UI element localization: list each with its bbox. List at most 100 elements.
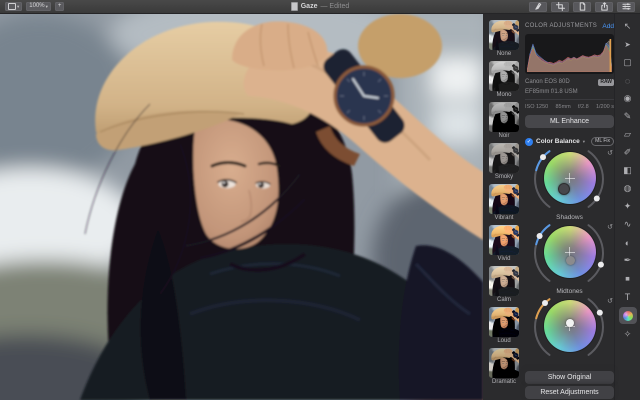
left-arc-handle[interactable] [540,154,546,161]
preset-label: Mono [496,92,512,98]
pencil-icon[interactable]: ✎ [620,109,636,124]
view-options-button[interactable]: ▾ [5,2,23,11]
document-icon [290,2,298,11]
color-balance-label[interactable]: Color Balance [536,138,580,145]
dodge-burn-icon[interactable]: ◐ [620,235,636,250]
preset-thumbnail [489,184,519,214]
preset-label: Vibrant [494,215,514,221]
raw-badge: RAW [598,78,614,86]
titlebar-tools [529,1,635,12]
preset-loud[interactable]: Loud [489,307,519,345]
page-icon [579,2,585,11]
share-icon [600,2,608,11]
reset-icon[interactable]: ↺ [607,298,613,306]
left-arc-handle[interactable] [536,233,543,239]
reset-icon[interactable]: ↺ [607,224,613,232]
preset-thumbnail [489,20,519,50]
right-arc-handle[interactable] [597,261,604,268]
ml-enhance-button[interactable]: ML Enhance [525,115,614,128]
add-adjustment-link[interactable]: Add [602,23,614,30]
document-name: Gaze [300,3,318,10]
tool-strip: ↖ ➤ ▢ ◌ ◉ ✎ ▱ ✐ ◧ ◍ ✦ ∿ ◐ ✒ ■ T ✧ [614,14,640,400]
effects-icon[interactable]: ✧ [620,327,636,342]
panel-title: COLOR ADJUSTMENTS [525,23,598,29]
free-selection-icon[interactable]: ◌ [620,73,636,88]
highlights-wheel-block: ↺ [525,297,614,371]
selection-arrow-icon[interactable]: ➤ [620,37,636,52]
chevron-down-icon: ▾ [17,4,20,9]
photo-gaze [0,14,483,400]
preset-mono[interactable]: Mono [489,61,519,99]
brush-icon [534,2,541,10]
preset-label: Dramatic [491,379,516,385]
highlights-color-wheel[interactable] [543,300,596,352]
crop-toolbar-button[interactable] [551,1,569,12]
color-balance-header: ✓ Color Balance ▾ ML Fix [525,137,614,146]
shape-icon[interactable]: ■ [620,271,636,286]
shadows-color-wheel[interactable] [543,152,596,204]
color-balance-checkbox[interactable]: ✓ [525,137,533,146]
chevron-down-icon[interactable]: ▾ [583,139,585,145]
fill-icon[interactable]: ◧ [620,163,636,178]
brush-icon[interactable]: ✐ [620,145,636,160]
exif-iso: ISO 1250 [525,104,549,110]
rainbow-dot [622,310,633,321]
eraser-icon[interactable]: ▱ [620,127,636,142]
shadows-wheel-block: ↺ Shadows [525,149,614,223]
midtones-wheel-knob[interactable] [565,256,575,265]
midtones-color-wheel[interactable] [543,226,596,278]
preset-vibrant[interactable]: Vibrant [489,184,519,222]
midtones-wheel-block: ↺ Midtones [525,223,614,297]
wheel-label: Midtones [556,288,583,295]
show-original-button[interactable]: Show Original [525,371,614,384]
zoom-level-value: 100% [29,3,45,9]
reset-icon[interactable]: ↺ [607,150,613,158]
titlebar: ▾ 100% ▾ + Gaze — Edited [0,0,640,14]
smudge-icon[interactable]: ∿ [620,217,636,232]
document-status: — Edited [320,3,350,10]
sharpen-icon[interactable]: ✦ [620,199,636,214]
highlights-wheel-knob[interactable] [565,319,574,327]
export-toolbar-button[interactable] [573,1,591,12]
pen-icon[interactable]: ✒ [620,253,636,268]
share-toolbar-button[interactable] [595,1,613,12]
rect-selection-icon[interactable]: ▢ [620,55,636,70]
preset-thumbnail [489,102,519,132]
histogram [525,34,614,74]
preset-thumbnail [489,61,519,91]
shadows-wheel-knob[interactable] [557,183,570,195]
ml-fix-button[interactable]: ML Fix [591,137,614,146]
preset-calm[interactable]: Calm [489,266,519,304]
preset-dramatic[interactable]: Dramatic [489,348,519,386]
add-button[interactable]: + [54,2,65,11]
type-icon[interactable]: T [620,289,636,304]
crop-icon [555,2,565,11]
color-adjustments-icon[interactable] [618,307,637,324]
preset-none[interactable]: None [489,20,519,58]
right-arc-handle[interactable] [596,309,603,316]
preset-thumbnail [489,307,519,337]
reset-adjustments-button[interactable]: Reset Adjustments [525,386,614,399]
preset-list: None Mono Noir Smoky Vibrant Vivid Calm … [487,20,521,400]
preset-label: Loud [497,338,511,344]
preset-smoky[interactable]: Smoky [489,143,519,181]
paint-toolbar-button[interactable] [529,1,547,12]
adjustments-toolbar-button[interactable] [617,1,635,12]
lens-info: EF85mm f/1.8 USM [525,88,578,95]
left-arc-handle[interactable] [542,300,548,306]
preset-label: Vivid [497,256,511,262]
histogram-red [527,45,612,72]
preset-vivid[interactable]: Vivid [489,225,519,263]
pixelmator-window: ▾ 100% ▾ + Gaze — Edited None Mono Noir … [0,0,640,400]
color-adjustments-panel: COLOR ADJUSTMENTS Add Canon EOS 80D RAW [525,20,614,400]
blur-icon[interactable]: ◍ [620,181,636,196]
preset-noir[interactable]: Noir [489,102,519,140]
exif-row: ISO 1250 85mm f/2.8 1/200 s [525,99,614,110]
zoom-level-button[interactable]: 100% ▾ [26,2,51,11]
quick-selection-icon[interactable]: ◉ [620,91,636,106]
wheel-label: Shadows [556,214,583,221]
right-arc-handle[interactable] [593,195,600,202]
preset-thumbnail [489,266,519,296]
arrange-tool-icon[interactable]: ↖ [620,19,636,34]
photo-canvas[interactable] [0,14,483,400]
